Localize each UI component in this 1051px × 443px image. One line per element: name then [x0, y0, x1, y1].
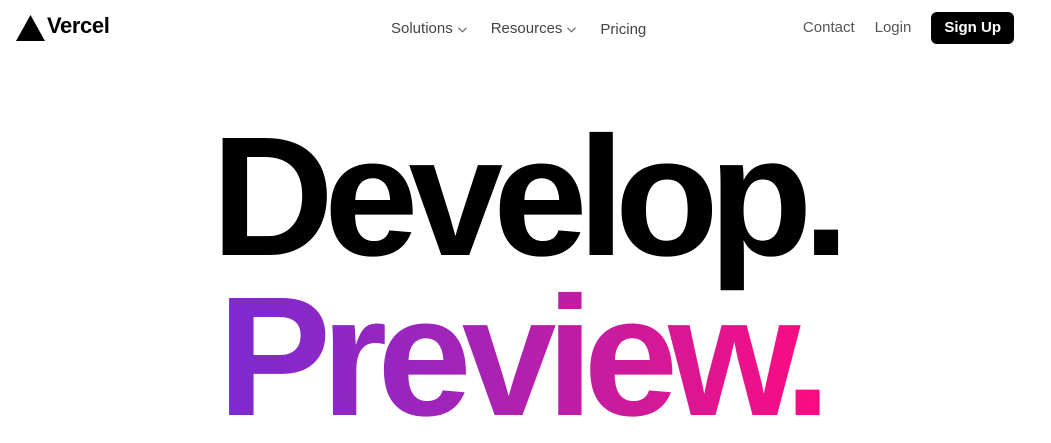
- main-nav: Solutions Resources Pricing: [391, 17, 646, 41]
- nav-pricing-label: Pricing: [600, 21, 647, 38]
- hero-headline-preview: Preview.: [218, 272, 834, 442]
- vercel-logo-link[interactable]: Vercel: [15, 13, 110, 43]
- nav-pricing-link[interactable]: Pricing: [600, 18, 646, 42]
- nav-resources-dropdown[interactable]: Resources: [491, 17, 577, 41]
- account-nav: Contact Login Sign Up: [803, 12, 1014, 44]
- contact-link[interactable]: Contact: [803, 12, 855, 44]
- top-navigation: Vercel Solutions Resources Pricing Conta…: [0, 0, 1051, 58]
- signup-button[interactable]: Sign Up: [931, 12, 1014, 44]
- triangle-logo-icon: [16, 15, 45, 41]
- nav-solutions-dropdown[interactable]: Solutions: [391, 17, 467, 41]
- page: Vercel Solutions Resources Pricing Conta…: [0, 0, 1051, 443]
- login-link[interactable]: Login: [875, 12, 912, 44]
- hero-headline-develop: Develop.: [211, 102, 850, 292]
- chevron-down-icon: [457, 27, 467, 33]
- nav-solutions-label: Solutions: [391, 20, 453, 37]
- logo-text: Vercel: [47, 13, 110, 38]
- chevron-down-icon: [567, 27, 577, 33]
- nav-resources-label: Resources: [490, 20, 563, 37]
